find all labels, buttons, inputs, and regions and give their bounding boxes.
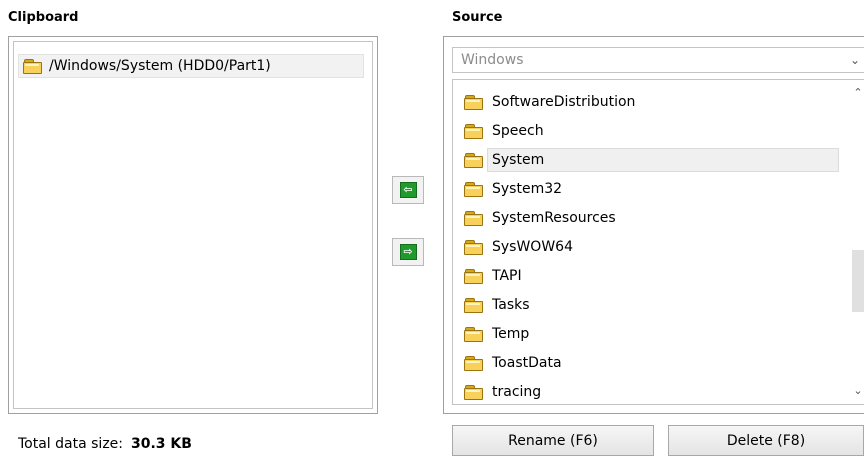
list-item[interactable]: Tasks: [461, 291, 841, 319]
folder-icon: [464, 95, 483, 110]
clipboard-panel[interactable]: /Windows/System (HDD0/Part1): [8, 36, 378, 414]
folder-icon: [464, 153, 483, 168]
list-item-label: SystemResources: [492, 210, 616, 226]
list-item[interactable]: SysWOW64: [461, 233, 841, 261]
folder-icon: [23, 59, 42, 74]
list-item[interactable]: ToastData: [461, 349, 841, 377]
arrow-left-icon: ⇦: [399, 182, 417, 198]
list-item-label: SysWOW64: [492, 239, 573, 255]
rename-button[interactable]: Rename (F6): [452, 425, 654, 456]
clipboard-item[interactable]: /Windows/System (HDD0/Part1): [18, 54, 364, 78]
list-item[interactable]: tracing: [461, 378, 841, 406]
scroll-up-icon[interactable]: ⌃: [850, 86, 864, 99]
list-item[interactable]: Speech: [461, 117, 841, 145]
total-data-size: Total data size: 30.3 KB: [18, 436, 192, 452]
list-item[interactable]: Temp: [461, 320, 841, 348]
move-to-clipboard-button[interactable]: ⇦: [392, 176, 424, 204]
source-heading: Source: [452, 10, 503, 25]
list-item-selected[interactable]: System: [461, 146, 841, 174]
list-item-label: SoftwareDistribution: [492, 94, 636, 110]
scroll-down-icon[interactable]: ⌄: [850, 384, 864, 397]
source-dropdown-value: Windows: [461, 52, 524, 68]
list-item-label: ToastData: [492, 355, 562, 371]
folder-icon: [464, 298, 483, 313]
clipboard-heading: Clipboard: [8, 10, 79, 25]
source-list[interactable]: SoftwareDistribution Speech System Syste…: [452, 79, 864, 405]
folder-icon: [464, 385, 483, 400]
list-item-label: System: [487, 148, 839, 172]
list-item[interactable]: TAPI: [461, 262, 841, 290]
total-data-size-value: 30.3 KB: [131, 436, 192, 452]
chevron-down-icon: ⌄: [849, 53, 860, 67]
list-item[interactable]: System32: [461, 175, 841, 203]
list-item-label: tracing: [492, 384, 542, 400]
folder-icon: [464, 240, 483, 255]
total-data-size-label: Total data size:: [18, 436, 123, 452]
list-item-label: Temp: [492, 326, 530, 342]
list-item[interactable]: SystemResources: [461, 204, 841, 232]
list-item-label: System32: [492, 181, 563, 197]
scrollbar[interactable]: ⌃ ⌄: [850, 80, 864, 404]
folder-icon: [464, 124, 483, 139]
delete-button[interactable]: Delete (F8): [668, 425, 864, 456]
list-item-label: Tasks: [492, 297, 530, 313]
folder-icon: [464, 211, 483, 226]
list-item-label: TAPI: [492, 268, 522, 284]
clipboard-list[interactable]: /Windows/System (HDD0/Part1): [13, 41, 373, 409]
arrow-right-icon: ⇨: [399, 244, 417, 260]
source-panel: Windows ⌄ SoftwareDistribution Speech Sy…: [443, 36, 864, 414]
folder-icon: [464, 182, 483, 197]
folder-icon: [464, 269, 483, 284]
source-dropdown[interactable]: Windows ⌄: [452, 47, 864, 73]
move-to-source-button[interactable]: ⇨: [392, 238, 424, 266]
list-item-label: Speech: [492, 123, 544, 139]
list-item[interactable]: SoftwareDistribution: [461, 88, 841, 116]
scrollbar-thumb[interactable]: [852, 250, 864, 312]
clipboard-item-label: /Windows/System (HDD0/Part1): [49, 58, 271, 74]
folder-icon: [464, 327, 483, 342]
folder-icon: [464, 356, 483, 371]
